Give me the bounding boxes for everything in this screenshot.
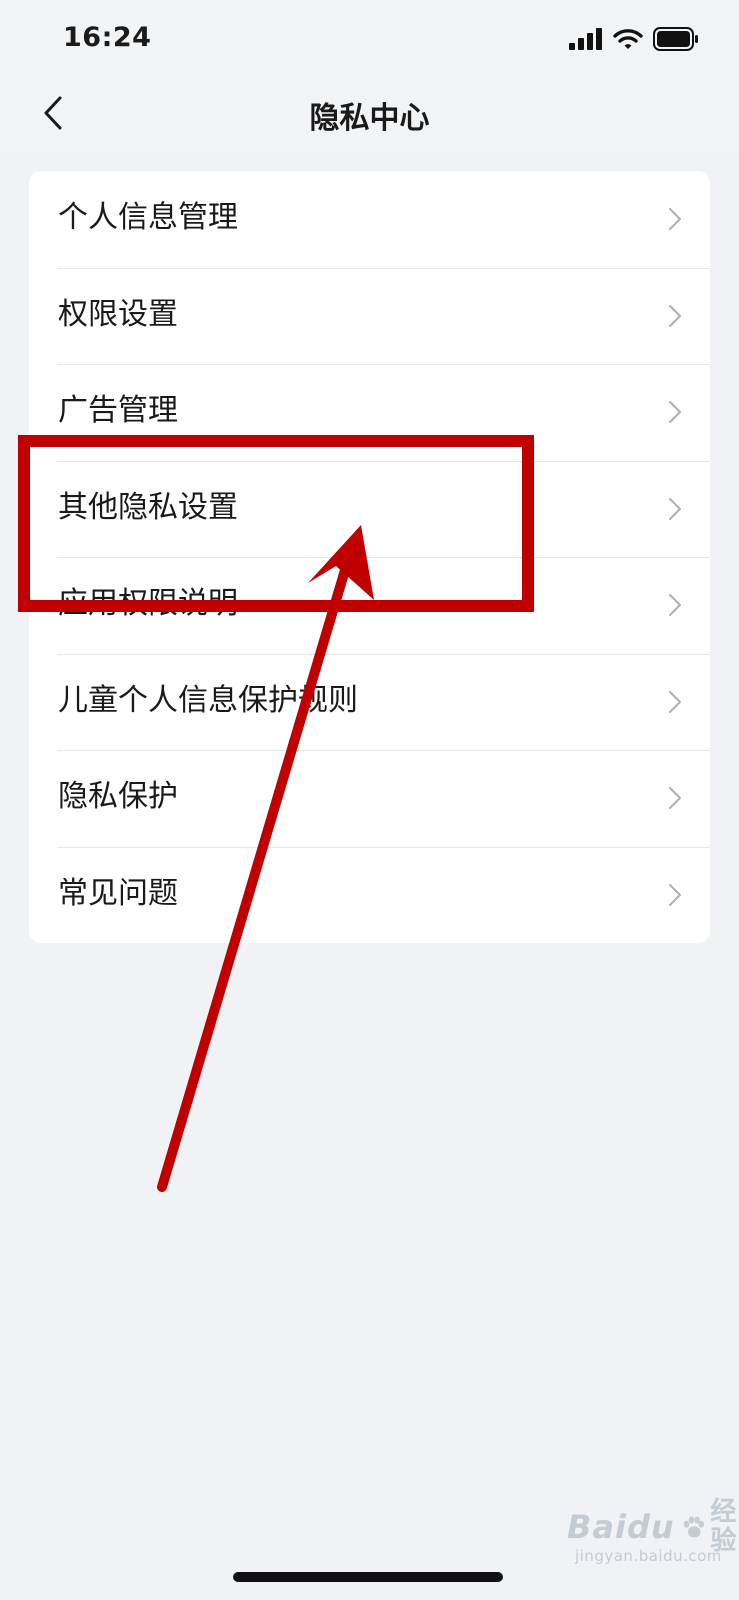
- menu-item-label: 常见问题: [58, 875, 178, 911]
- privacy-menu-list: 个人信息管理 权限设置 广告管理 其他隐私设置 应用权限说明 儿童个人信息保护规…: [29, 171, 710, 943]
- battery-icon: [653, 27, 698, 51]
- status-icons: [569, 27, 699, 51]
- status-bar: 16:24: [0, 0, 739, 80]
- menu-item-privacy-protection[interactable]: 隐私保护: [29, 750, 710, 847]
- wifi-icon: [613, 29, 643, 49]
- menu-item-label: 儿童个人信息保护规则: [58, 682, 358, 718]
- watermark-url: jingyan.baidu.com: [575, 1547, 722, 1565]
- signal-icon: [569, 28, 602, 50]
- menu-item-personal-info[interactable]: 个人信息管理: [29, 171, 710, 268]
- menu-item-other-privacy-settings[interactable]: 其他隐私设置: [29, 460, 710, 558]
- status-time: 16:24: [63, 22, 152, 53]
- menu-item-label: 个人信息管理: [58, 200, 238, 235]
- home-indicator[interactable]: [233, 1572, 503, 1582]
- navigation-header: 隐私中心: [0, 80, 739, 150]
- page-title: 隐私中心: [309, 101, 430, 136]
- menu-item-label: 广告管理: [58, 393, 178, 428]
- chevron-right-icon: [669, 401, 681, 423]
- chevron-right-icon: [669, 787, 681, 809]
- chevron-right-icon: [669, 497, 681, 520]
- paw-icon: [683, 1516, 704, 1538]
- chevron-right-icon: [669, 690, 681, 713]
- menu-item-app-permissions[interactable]: 应用权限说明: [29, 557, 710, 654]
- menu-item-permissions[interactable]: 权限设置: [29, 267, 710, 365]
- menu-item-faq[interactable]: 常见问题: [29, 846, 710, 944]
- chevron-right-icon: [669, 208, 681, 230]
- menu-item-label: 应用权限说明: [58, 586, 238, 621]
- menu-item-children-privacy[interactable]: 儿童个人信息保护规则: [29, 653, 710, 751]
- watermark-brand: Baidu: [567, 1507, 675, 1546]
- chevron-right-icon: [669, 594, 681, 616]
- menu-item-label: 隐私保护: [58, 779, 178, 814]
- menu-item-label: 其他隐私设置: [58, 489, 238, 525]
- chevron-right-icon: [669, 883, 681, 906]
- chevron-right-icon: [669, 304, 681, 327]
- menu-item-ads[interactable]: 广告管理: [29, 364, 710, 461]
- menu-item-label: 权限设置: [58, 296, 178, 332]
